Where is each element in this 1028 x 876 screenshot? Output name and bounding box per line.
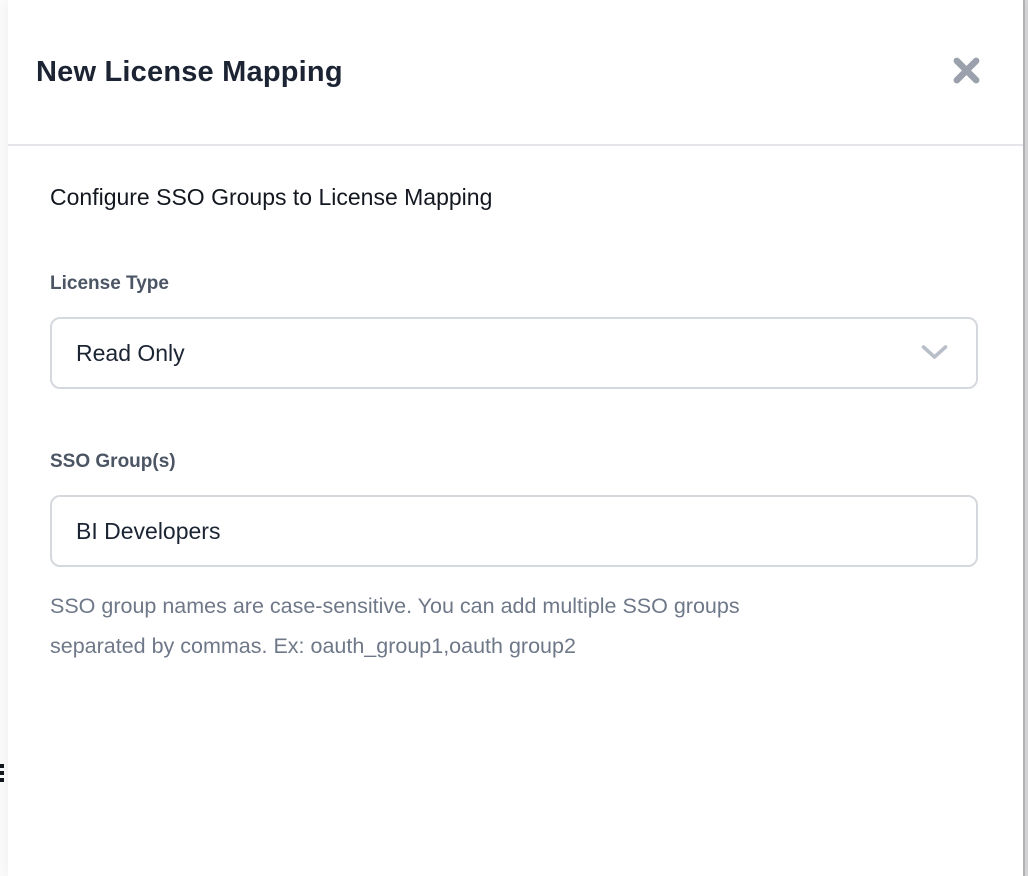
helper-line-1: SSO group names are case-sensitive. You …	[50, 586, 978, 626]
modal-title: New License Mapping	[36, 56, 343, 89]
modal-body: Configure SSO Groups to License Mapping …	[8, 184, 1023, 666]
sso-groups-input[interactable]	[50, 495, 978, 567]
close-button[interactable]	[949, 55, 983, 89]
helper-line-2: separated by commas. Ex: oauth_group1,oa…	[50, 626, 978, 666]
license-type-select[interactable]: Read Only	[50, 317, 978, 389]
page-background-left-sliver	[0, 0, 8, 876]
modal-header: New License Mapping	[8, 0, 1023, 146]
license-mapping-modal: New License Mapping Configure SSO Groups…	[8, 0, 1025, 876]
chevron-down-icon	[921, 340, 948, 367]
close-icon	[951, 55, 982, 89]
license-type-value: Read Only	[76, 340, 185, 367]
license-type-label: License Type	[50, 273, 978, 295]
sso-groups-label: SSO Group(s)	[50, 451, 978, 473]
list-icon	[0, 764, 4, 786]
sso-groups-helper-text: SSO group names are case-sensitive. You …	[50, 586, 978, 666]
modal-subtitle: Configure SSO Groups to License Mapping	[50, 184, 978, 211]
